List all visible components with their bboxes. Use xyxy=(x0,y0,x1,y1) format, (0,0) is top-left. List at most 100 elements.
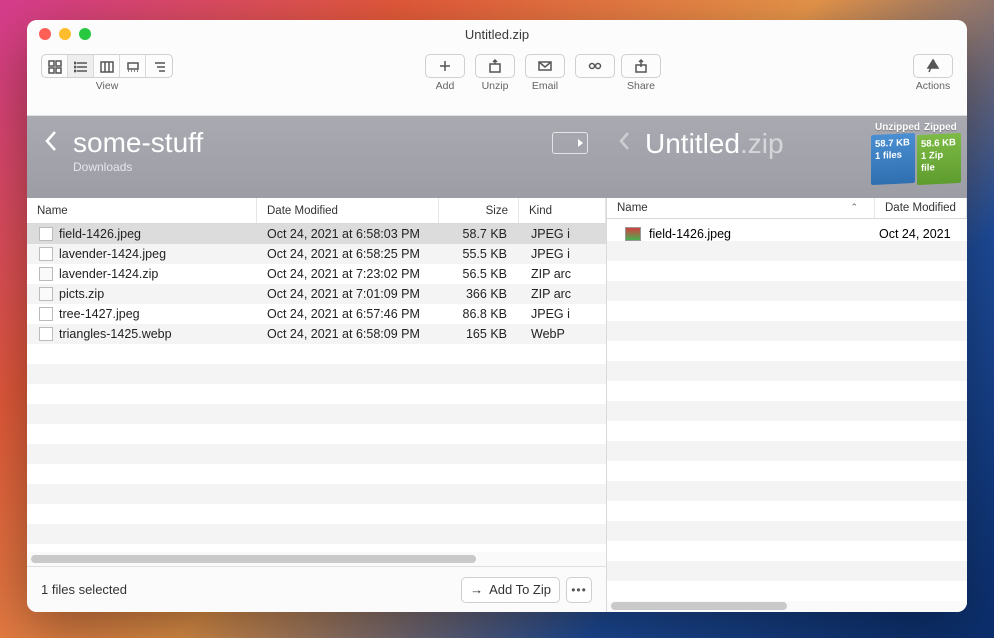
zip-file-list[interactable]: field-1426.jpegOct 24, 2021 xyxy=(607,219,967,241)
empty-row xyxy=(607,301,967,321)
empty-row xyxy=(27,364,606,384)
file-name: lavender-1424.jpeg xyxy=(59,247,166,261)
back-button[interactable] xyxy=(43,128,63,158)
status-bar: 1 files selected → Add To Zip ••• xyxy=(27,566,606,612)
source-column-header: Name Date Modified Size Kind xyxy=(27,198,606,224)
file-row[interactable]: field-1426.jpegOct 24, 2021 at 6:58:03 P… xyxy=(27,224,606,244)
file-size: 86.8 KB xyxy=(439,307,519,321)
file-row[interactable]: triangles-1425.webp Oct 24, 2021 at 6:58:… xyxy=(27,324,606,344)
empty-row xyxy=(607,501,967,521)
view-icon-gallery[interactable] xyxy=(120,55,146,78)
file-date: Oct 24, 2021 at 6:58:03 PM xyxy=(257,227,439,241)
zip-file-name: field-1426.jpeg xyxy=(649,227,731,241)
zip-col-name[interactable]: Name⌃ xyxy=(607,198,875,218)
empty-row xyxy=(607,441,967,461)
unzip-label: Unzip xyxy=(482,80,509,92)
actions-label: Actions xyxy=(916,80,950,92)
zip-scrollbar[interactable] xyxy=(607,601,967,612)
folder-subtitle: Downloads xyxy=(73,160,203,174)
window-title: Untitled.zip xyxy=(27,27,967,42)
toggle-panel-button[interactable] xyxy=(552,132,588,154)
file-name: lavender-1424.zip xyxy=(59,267,158,281)
empty-row xyxy=(607,401,967,421)
file-row[interactable]: picts.zip Oct 24, 2021 at 7:01:09 PM366 K… xyxy=(27,284,606,304)
col-name[interactable]: Name xyxy=(27,198,257,223)
add-to-zip-button[interactable]: → Add To Zip xyxy=(461,577,560,603)
view-icon-hierarchy[interactable] xyxy=(146,55,172,78)
empty-row xyxy=(607,361,967,381)
file-date: Oct 24, 2021 at 6:57:46 PM xyxy=(257,307,439,321)
content-area: Name Date Modified Size Kind field-1426.… xyxy=(27,198,967,612)
empty-row xyxy=(27,504,606,524)
empty-row xyxy=(607,581,967,601)
add-button[interactable] xyxy=(425,54,465,78)
file-date: Oct 24, 2021 at 6:58:09 PM xyxy=(257,327,439,341)
share-label: Share xyxy=(627,80,655,92)
source-pane: Name Date Modified Size Kind field-1426.… xyxy=(27,198,607,612)
view-icon-grid[interactable] xyxy=(42,55,68,78)
empty-row xyxy=(607,341,967,361)
file-row[interactable]: lavender-1424.jpeg Oct 24, 2021 at 6:58:2… xyxy=(27,244,606,264)
source-scrollbar[interactable] xyxy=(27,552,606,566)
empty-row xyxy=(27,384,606,404)
empty-row xyxy=(607,281,967,301)
empty-row xyxy=(607,261,967,281)
col-size[interactable]: Size xyxy=(439,198,519,223)
empty-row xyxy=(607,241,967,261)
sort-ascending-icon: ⌃ xyxy=(850,202,858,213)
file-row[interactable]: tree-1427.jpeg Oct 24, 2021 at 6:57:46 PM… xyxy=(27,304,606,324)
titlebar: Untitled.zip xyxy=(27,20,967,48)
minimize-window-button[interactable] xyxy=(59,28,71,40)
file-kind: JPEG i xyxy=(519,247,606,261)
zip-col-date[interactable]: Date Modified xyxy=(875,198,967,218)
zip-file-icon xyxy=(39,287,53,301)
unzip-button[interactable] xyxy=(475,54,515,78)
empty-row xyxy=(607,561,967,581)
share-button[interactable] xyxy=(621,54,661,78)
file-size: 55.5 KB xyxy=(439,247,519,261)
file-size: 58.7 KB xyxy=(439,227,519,241)
file-kind: JPEG i xyxy=(519,227,606,241)
file-name: triangles-1425.webp xyxy=(59,327,172,341)
empty-row xyxy=(607,521,967,541)
image-file-icon xyxy=(39,327,53,341)
view-label: View xyxy=(96,80,119,92)
file-size: 165 KB xyxy=(439,327,519,341)
view-icon-columns[interactable] xyxy=(94,55,120,78)
file-date: Oct 24, 2021 at 6:58:25 PM xyxy=(257,247,439,261)
col-date-modified[interactable]: Date Modified xyxy=(257,198,439,223)
zip-pane: Name⌃ Date Modified field-1426.jpegOct 2… xyxy=(607,198,967,612)
more-options-button[interactable]: ••• xyxy=(566,577,592,603)
email-button[interactable] xyxy=(525,54,565,78)
close-window-button[interactable] xyxy=(39,28,51,40)
empty-row xyxy=(27,544,606,552)
file-size: 366 KB xyxy=(439,287,519,301)
empty-row xyxy=(607,481,967,501)
file-date: Oct 24, 2021 at 7:01:09 PM xyxy=(257,287,439,301)
maximize-window-button[interactable] xyxy=(79,28,91,40)
empty-row xyxy=(607,321,967,341)
zip-file-icon xyxy=(39,267,53,281)
view-mode-group: View xyxy=(41,54,173,92)
empty-row xyxy=(27,484,606,504)
image-file-icon xyxy=(39,227,53,241)
col-kind[interactable]: Kind xyxy=(519,198,606,223)
empty-row xyxy=(607,541,967,561)
size-info: UnzippedZipped 58.7 KB1 files 58.6 KB1 Z… xyxy=(871,122,961,184)
file-row[interactable]: lavender-1424.zipOct 24, 2021 at 7:23:02… xyxy=(27,264,606,284)
empty-row xyxy=(607,461,967,481)
actions-button[interactable] xyxy=(913,54,953,78)
empty-row xyxy=(27,404,606,424)
empty-row xyxy=(27,344,606,364)
file-name: tree-1427.jpeg xyxy=(59,307,140,321)
zip-file-row[interactable]: field-1426.jpegOct 24, 2021 xyxy=(607,219,967,241)
add-label: Add xyxy=(436,80,455,92)
selection-status: 1 files selected xyxy=(41,582,127,597)
zip-column-header: Name⌃ Date Modified xyxy=(607,198,967,219)
source-file-list[interactable]: field-1426.jpegOct 24, 2021 at 6:58:03 P… xyxy=(27,224,606,552)
share-link-button[interactable] xyxy=(575,54,615,78)
file-kind: WebP xyxy=(519,327,606,341)
view-icon-list[interactable] xyxy=(68,55,94,78)
file-name: picts.zip xyxy=(59,287,104,301)
add-to-zip-label: Add To Zip xyxy=(489,582,551,597)
